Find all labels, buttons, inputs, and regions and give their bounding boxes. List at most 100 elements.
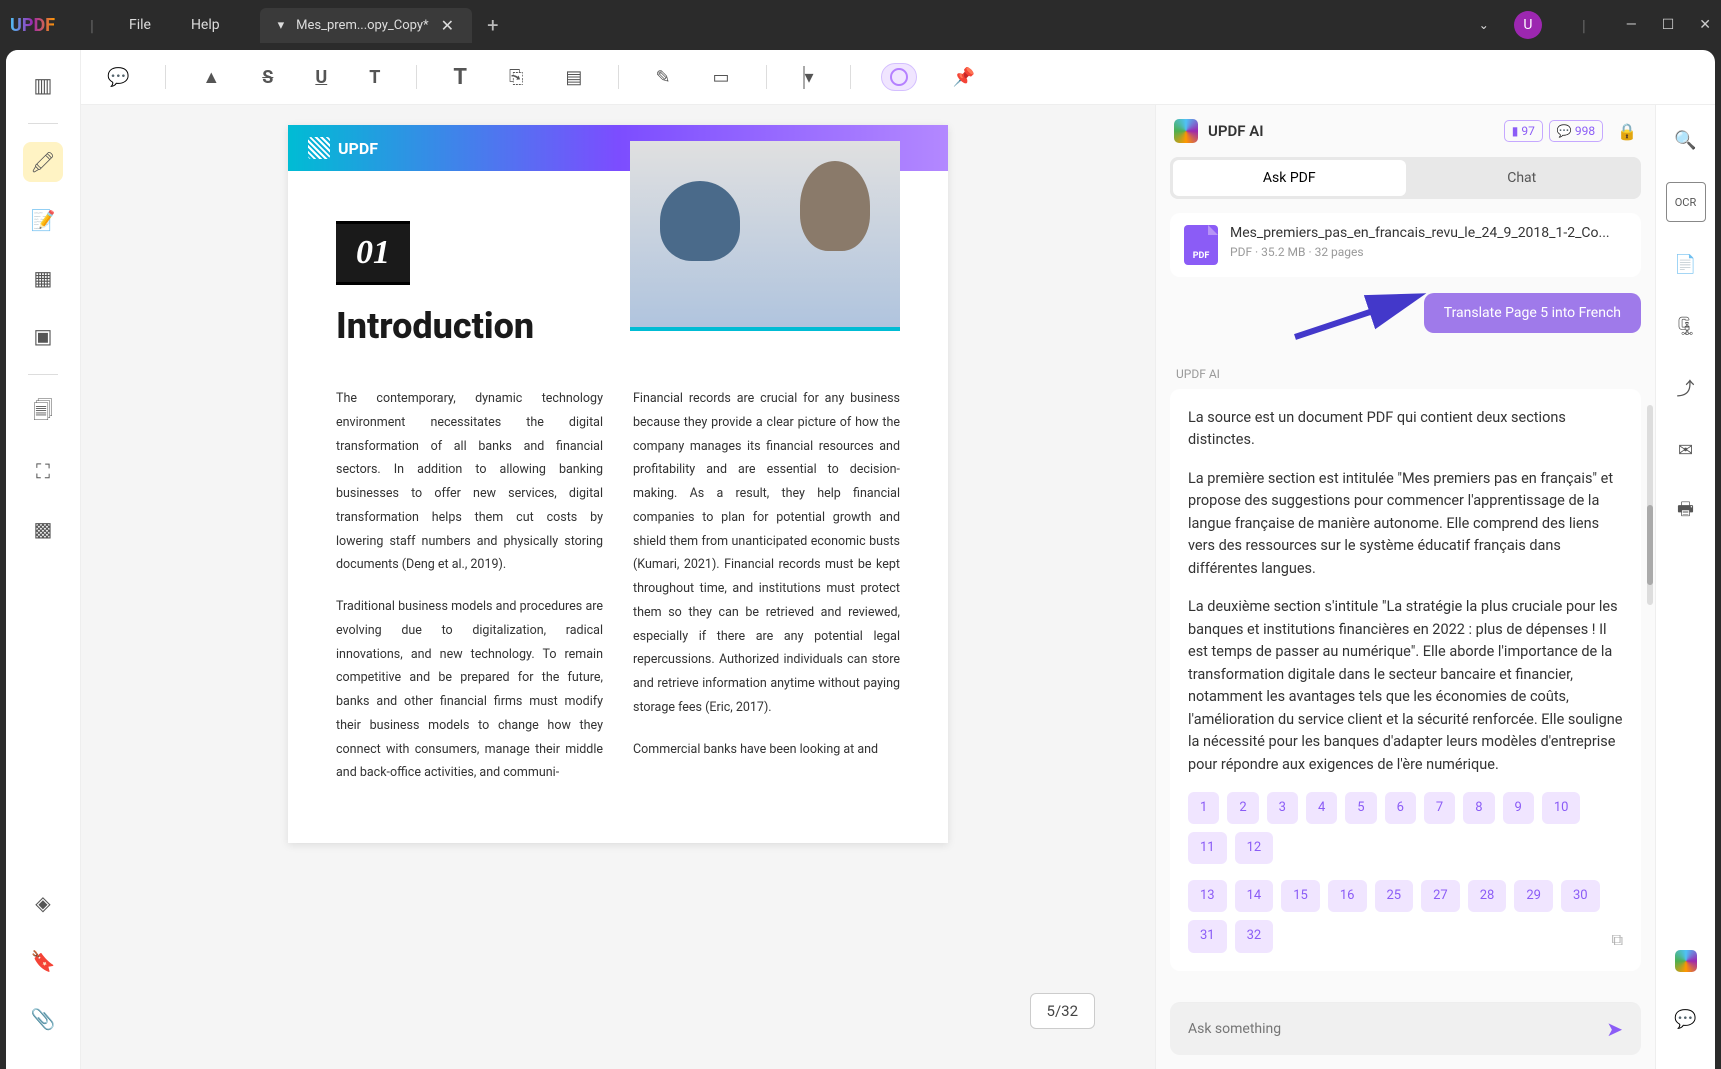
reader-mode-icon[interactable]: ▥ xyxy=(23,65,63,105)
page-chip[interactable]: 30 xyxy=(1561,880,1600,912)
email-icon[interactable]: ✉ xyxy=(1666,430,1706,470)
ai-panel: UPDF AI ▮ 97 💬 998 🔒 Ask PDF xyxy=(1155,105,1655,1069)
redact-tool-icon[interactable]: ▩ xyxy=(23,509,63,549)
compress-icon[interactable]: 🗜 xyxy=(1666,306,1706,346)
pencil-icon[interactable]: ✎ xyxy=(649,61,676,94)
copy-icon[interactable]: ⧉ xyxy=(1612,928,1623,953)
page-chip[interactable]: 1 xyxy=(1188,792,1219,824)
tab-chat[interactable]: Chat xyxy=(1406,160,1639,196)
badge-value: 97 xyxy=(1521,124,1535,138)
menu-help[interactable]: Help xyxy=(191,17,220,33)
page-chip[interactable]: 8 xyxy=(1463,792,1494,824)
organize-tool-icon[interactable]: 🗐 xyxy=(23,393,63,433)
comment-tool-icon[interactable]: 💬 xyxy=(101,61,135,94)
page-chip-row: 131415162527282930 3132 xyxy=(1188,880,1604,952)
strikethrough-icon[interactable]: S xyxy=(256,61,279,94)
print-icon[interactable]: 🖶 xyxy=(1666,492,1706,532)
lock-icon[interactable]: 🔒 xyxy=(1617,122,1637,141)
crop-tool-icon[interactable]: ⛶ xyxy=(23,451,63,491)
ai-panel-title: UPDF AI xyxy=(1208,122,1264,140)
body-text: Traditional business models and procedur… xyxy=(336,595,603,785)
page-chip-row: 123456789101112 xyxy=(1188,792,1623,864)
page-chip[interactable]: 9 xyxy=(1503,792,1534,824)
page-chip[interactable]: 28 xyxy=(1468,880,1507,912)
messages-badge[interactable]: 💬 998 xyxy=(1549,120,1603,142)
ai-assistant-icon[interactable] xyxy=(1666,941,1706,981)
file-card[interactable]: PDF Mes_premiers_pas_en_francais_revu_le… xyxy=(1170,213,1641,277)
page-chip[interactable]: 12 xyxy=(1235,832,1274,864)
page-chip[interactable]: 14 xyxy=(1235,880,1274,912)
scroll-thumb[interactable] xyxy=(1647,505,1653,585)
document-tab[interactable]: ▾ Mes_prem...opy_Copy* ✕ xyxy=(260,8,472,43)
page-chip[interactable]: 32 xyxy=(1235,920,1274,952)
bookmark-icon[interactable]: 🔖 xyxy=(23,941,63,981)
ocr-icon[interactable]: OCR xyxy=(1666,182,1706,222)
chapter-number: 01 xyxy=(336,221,410,285)
separator: | xyxy=(1582,16,1586,35)
menu-file[interactable]: File xyxy=(129,17,151,33)
page-chip[interactable]: 7 xyxy=(1424,792,1455,824)
scrollbar[interactable] xyxy=(1647,405,1653,605)
layers-icon[interactable]: ◈ xyxy=(23,883,63,923)
chevron-down-icon[interactable]: ⌄ xyxy=(1479,18,1489,32)
separator: | xyxy=(90,16,94,35)
callout-icon[interactable]: ⎘ xyxy=(503,61,529,94)
page-indicator[interactable]: 5/32 xyxy=(1030,993,1095,1029)
page-chip[interactable]: 29 xyxy=(1514,880,1553,912)
page-chip[interactable]: 16 xyxy=(1328,880,1367,912)
page-chip[interactable]: 25 xyxy=(1375,880,1414,912)
highlight-tool-icon[interactable]: 🖍 xyxy=(23,142,63,182)
shape-color-swatch[interactable]: ▾ xyxy=(797,61,820,94)
page-chip[interactable]: 13 xyxy=(1188,880,1227,912)
highlight-icon[interactable]: ▲ xyxy=(196,61,226,94)
translate-button[interactable]: Translate Page 5 into French xyxy=(1424,293,1641,333)
user-avatar[interactable]: U xyxy=(1514,11,1542,39)
export-icon[interactable]: 📄 xyxy=(1666,244,1706,284)
minimize-icon[interactable]: — xyxy=(1626,17,1637,33)
page-chip[interactable]: 31 xyxy=(1188,920,1227,952)
ai-tabs: Ask PDF Chat xyxy=(1170,157,1641,199)
page-chip[interactable]: 6 xyxy=(1385,792,1416,824)
ai-input[interactable] xyxy=(1188,1021,1596,1037)
body-text: The contemporary, dynamic technology env… xyxy=(336,387,603,577)
badge-icon: ▮ xyxy=(1512,124,1519,138)
page-chip[interactable]: 2 xyxy=(1227,792,1258,824)
page-chip[interactable]: 11 xyxy=(1188,832,1227,864)
maximize-icon[interactable]: ☐ xyxy=(1662,17,1675,33)
edit-tool-icon[interactable]: 📝 xyxy=(23,200,63,240)
page-chip[interactable]: 5 xyxy=(1345,792,1376,824)
tab-title: Mes_prem...opy_Copy* xyxy=(296,18,429,33)
chat-icon[interactable]: 💬 xyxy=(1666,999,1706,1039)
tab-ask-pdf[interactable]: Ask PDF xyxy=(1173,160,1406,196)
tab-dropdown-icon[interactable]: ▾ xyxy=(278,18,285,33)
sticky-note-icon[interactable]: ▤ xyxy=(559,61,588,94)
page-chip[interactable]: 15 xyxy=(1281,880,1320,912)
search-icon[interactable]: 🔍 xyxy=(1666,120,1706,160)
form-tool-icon[interactable]: ▣ xyxy=(23,316,63,356)
pin-tool-icon[interactable]: 📌 xyxy=(947,61,981,94)
credits-badge[interactable]: ▮ 97 xyxy=(1504,120,1543,142)
stamp-tool-icon[interactable] xyxy=(881,63,917,91)
tab-close-icon[interactable]: ✕ xyxy=(441,16,454,35)
page-chip[interactable]: 3 xyxy=(1267,792,1298,824)
document-viewport[interactable]: UPDF 01 Introduction The contemporary, d… xyxy=(81,105,1155,1069)
page-tool-icon[interactable]: ▦ xyxy=(23,258,63,298)
ai-source-label: UPDF AI xyxy=(1170,347,1641,389)
share-icon[interactable]: ⤴ xyxy=(1666,368,1706,408)
attachment-icon[interactable]: 📎 xyxy=(23,999,63,1039)
close-window-icon[interactable]: ✕ xyxy=(1699,17,1711,33)
annotation-toolbar: 💬 ▲ S U T T ⎘ ▤ ✎ ▭ ▾ 📌 xyxy=(81,50,1715,105)
badge-icon: 💬 xyxy=(1557,124,1572,138)
page-chip[interactable]: 27 xyxy=(1421,880,1460,912)
text-icon[interactable]: T xyxy=(363,61,386,94)
new-tab-button[interactable]: + xyxy=(487,13,498,37)
page-chip[interactable]: 4 xyxy=(1306,792,1337,824)
brand-logo-icon xyxy=(308,137,330,159)
eraser-icon[interactable]: ▭ xyxy=(707,61,736,94)
send-icon[interactable]: ➤ xyxy=(1606,1017,1623,1041)
page-chip[interactable]: 10 xyxy=(1542,792,1581,824)
textbox-icon[interactable]: T xyxy=(447,59,473,96)
response-paragraph: La source est un document PDF qui contie… xyxy=(1188,407,1623,452)
underline-icon[interactable]: U xyxy=(309,61,333,94)
arrow-annotation-icon xyxy=(1290,287,1430,347)
